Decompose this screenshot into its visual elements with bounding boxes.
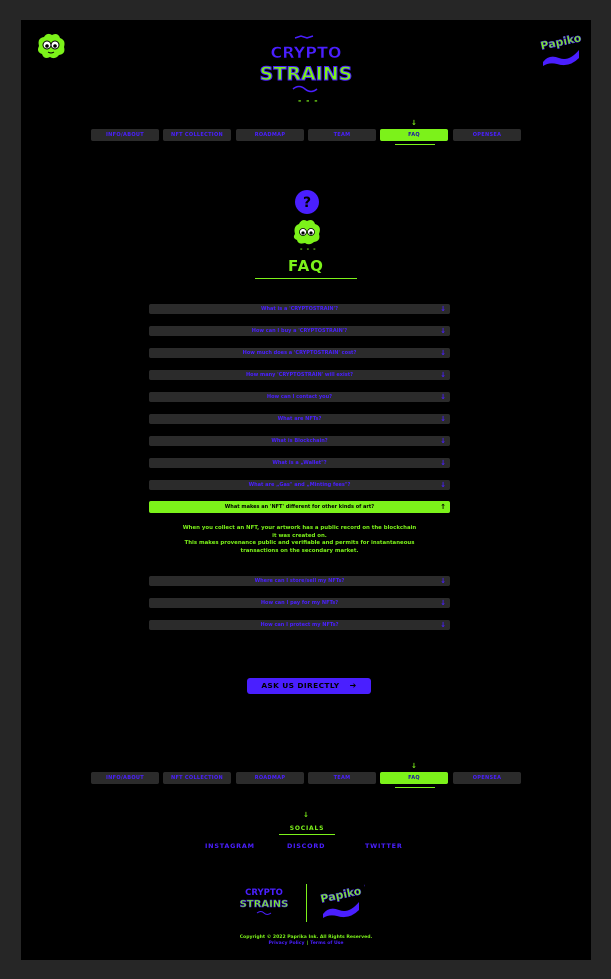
nav-active-arrow-icon: ↓ xyxy=(411,762,417,770)
faq-answer-line: When you collect an NFT, your artwork ha… xyxy=(182,525,417,531)
faq-answer-line: This makes provenance public and verifia… xyxy=(184,540,415,547)
nav-item-team[interactable]: TEAM xyxy=(308,772,376,784)
logo-dashes: - - - xyxy=(298,96,319,105)
faq-item[interactable]: What is a „Wallet"? ↓ xyxy=(149,458,450,468)
faq-question: How many 'CRYPTOSTRAIN' will exist? xyxy=(246,372,353,378)
cryptostrains-logo[interactable]: CRYPTO STRAINS xyxy=(257,34,355,104)
faq-question: How much does a 'CRYPTOSTRAIN' cost? xyxy=(242,350,357,356)
arrow-right-icon: ➔ xyxy=(349,681,357,690)
expand-arrow-icon: ↓ xyxy=(440,305,446,313)
bottom-nav: INFO/ABOUT NFT COLLECTION ROADMAP TEAM F… xyxy=(91,772,521,784)
footer-logo-bottom: STRAINS xyxy=(240,899,289,910)
faq-item[interactable]: How can I contact you? ↓ xyxy=(149,392,450,402)
expand-arrow-icon: ↓ xyxy=(440,393,446,401)
cta-label: ASK US DIRECTLY xyxy=(261,681,340,690)
expand-arrow-icon: ↓ xyxy=(440,415,446,423)
nav-item-info-about[interactable]: INFO/ABOUT xyxy=(91,772,159,784)
mascot-logo-icon[interactable] xyxy=(35,32,67,60)
faq-answer-line: it was created on. xyxy=(272,532,327,539)
faq-item-open[interactable]: What makes an 'NFT' different for other … xyxy=(149,501,450,513)
faq-item[interactable]: How much does a 'CRYPTOSTRAIN' cost? ↓ xyxy=(149,348,450,358)
expand-arrow-icon: ↓ xyxy=(440,349,446,357)
faq-item[interactable]: How can I protect my NFTs? ↓ xyxy=(149,620,450,630)
socials-rule xyxy=(279,834,335,835)
nav-item-roadmap[interactable]: ROADMAP xyxy=(236,129,304,141)
nav-item-opensea[interactable]: OPENSEA xyxy=(453,129,521,141)
faq-item[interactable]: What is Blockchain? ↓ xyxy=(149,436,450,446)
faq-question: How can I protect my NFTs? xyxy=(260,622,339,628)
expand-arrow-icon: ↓ xyxy=(440,459,446,467)
legal-separator: | xyxy=(306,941,309,946)
terms-of-use-link[interactable]: Terms of Use xyxy=(310,941,343,946)
copyright-text: Copyright © 2022 Paprika Ink. All Rights… xyxy=(239,935,373,940)
logo-bottom-text: STRAINS xyxy=(260,63,353,85)
faq-question: Where can I store/sell my NFTs? xyxy=(254,578,345,584)
nav-item-opensea[interactable]: OPENSEA xyxy=(453,772,521,784)
partner-logo-text: Papiko ink xyxy=(539,32,583,53)
nav-item-faq[interactable]: FAQ xyxy=(380,129,448,141)
faq-item[interactable]: Where can I store/sell my NFTs? ↓ xyxy=(149,576,450,586)
nav-item-team[interactable]: TEAM xyxy=(308,129,376,141)
footer-cryptostrains-logo[interactable]: CRYPTO STRAINS xyxy=(237,882,291,922)
expand-arrow-icon: ↓ xyxy=(440,437,446,445)
expand-arrow-icon: ↓ xyxy=(440,327,446,335)
nav-active-underline xyxy=(395,144,435,145)
faq-question: What is a 'CRYPTOSTRAIN'? xyxy=(260,306,339,312)
expand-arrow-icon: ↓ xyxy=(440,371,446,379)
faq-title: FAQ xyxy=(288,257,324,275)
footer-divider xyxy=(306,884,307,922)
faq-question: What are NFTs? xyxy=(277,416,322,422)
faq-item[interactable]: How can I pay for my NFTs? ↓ xyxy=(149,598,450,608)
expand-arrow-icon: ↓ xyxy=(440,481,446,489)
logo-top-text: CRYPTO xyxy=(270,43,341,62)
twitter-link[interactable]: TWITTER xyxy=(365,842,403,850)
footer-partner-text: Papiko ink xyxy=(319,884,365,906)
top-nav: INFO/ABOUT NFT COLLECTION ROADMAP TEAM F… xyxy=(91,129,521,141)
faq-item[interactable]: What is a 'CRYPTOSTRAIN'? ↓ xyxy=(149,304,450,314)
faq-answer: When you collect an NFT, your artwork ha… xyxy=(149,525,450,555)
faq-item[interactable]: What are „Gas" and „Minting fees"? ↓ xyxy=(149,480,450,490)
nav-item-roadmap[interactable]: ROADMAP xyxy=(236,772,304,784)
faq-mascot-icon: ? xyxy=(293,190,320,245)
faq-question: What are „Gas" and „Minting fees"? xyxy=(248,482,351,488)
faq-question: What is Blockchain? xyxy=(271,438,328,444)
socials-title: SOCIALS xyxy=(289,825,325,832)
nav-item-faq[interactable]: FAQ xyxy=(380,772,448,784)
expand-arrow-icon: ↓ xyxy=(440,621,446,629)
nav-item-info-about[interactable]: INFO/ABOUT xyxy=(91,129,159,141)
nav-active-arrow-icon: ↓ xyxy=(411,119,417,127)
faq-answer-line: transactions on the secondary market. xyxy=(240,547,359,554)
svg-text:?: ? xyxy=(303,195,311,211)
faq-title-rule xyxy=(255,278,357,279)
faq-question: What makes an 'NFT' different for other … xyxy=(224,504,375,510)
privacy-policy-link[interactable]: Privacy Policy xyxy=(268,941,304,946)
nav-active-underline xyxy=(395,787,435,788)
faq-question: How can I contact you? xyxy=(266,394,333,400)
legal-links: Privacy Policy | Terms of Use xyxy=(171,941,441,946)
footer-paprika-ink-logo[interactable]: Papiko ink xyxy=(319,884,365,920)
ask-us-directly-button[interactable]: ASK US DIRECTLY ➔ xyxy=(247,678,371,694)
footer-logo-top: CRYPTO xyxy=(245,888,283,898)
faq-question: How can I buy a 'CRYPTOSTRAIN'? xyxy=(251,328,348,334)
faq-item[interactable]: How many 'CRYPTOSTRAIN' will exist? ↓ xyxy=(149,370,450,380)
faq-question: How can I pay for my NFTs? xyxy=(260,600,339,606)
faq-item[interactable]: What are NFTs? ↓ xyxy=(149,414,450,424)
faq-question: What is a „Wallet"? xyxy=(272,460,327,466)
nav-item-nft-collection[interactable]: NFT COLLECTION xyxy=(163,129,231,141)
discord-link[interactable]: DISCORD xyxy=(287,842,325,850)
collapse-arrow-icon: ↑ xyxy=(440,503,446,511)
paprika-ink-logo[interactable]: Papiko ink xyxy=(539,32,583,68)
socials-arrow-icon: ↓ xyxy=(303,811,309,819)
nav-item-nft-collection[interactable]: NFT COLLECTION xyxy=(163,772,231,784)
instagram-link[interactable]: INSTAGRAM xyxy=(205,842,255,850)
page-frame: Papiko ink CRYPTO STRAINS - - - INFO/ABO… xyxy=(21,20,591,960)
faq-dashes: - - - xyxy=(300,246,317,253)
faq-item[interactable]: How can I buy a 'CRYPTOSTRAIN'? ↓ xyxy=(149,326,450,336)
expand-arrow-icon: ↓ xyxy=(440,577,446,585)
expand-arrow-icon: ↓ xyxy=(440,599,446,607)
